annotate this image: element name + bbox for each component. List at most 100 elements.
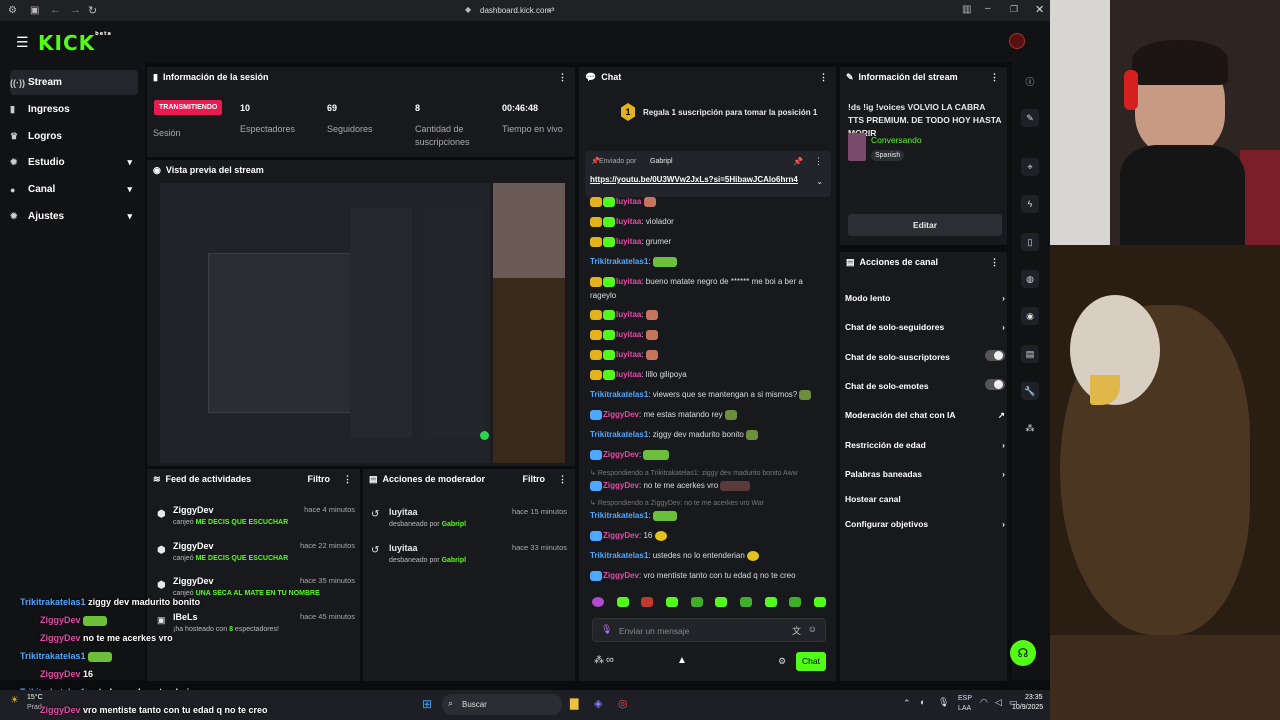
address-bar[interactable]: dashboard.kick.com [480,6,551,15]
more-icon[interactable]: ⋮ [990,257,999,268]
wrench-icon[interactable]: 🔧 [1021,382,1039,400]
followers-only-item[interactable]: Chat de solo-seguidores › [845,322,1005,332]
broadcast-icon[interactable]: ◉ [1021,307,1039,325]
panel-header: ▮ Información de la sesión ⋮ [147,67,575,87]
emote-icon[interactable] [641,597,654,607]
more-icon[interactable]: ⋮ [343,474,352,485]
language-indicator[interactable]: ESP [958,695,972,702]
age-restriction-item[interactable]: Restricción de edad › [845,440,1005,450]
gift-rank-badge[interactable]: 1 [621,103,635,121]
chat-bubble-icon[interactable]: ◍ [1021,270,1039,288]
emote-icon[interactable] [813,597,826,607]
settings-icon[interactable]: ⚙ [8,5,17,16]
document-icon[interactable]: ▯ [1021,233,1039,251]
tray-app-icon[interactable]: ◐ [920,697,925,707]
translate-icon[interactable]: 文 [792,624,801,637]
app-icon[interactable]: ◎ [618,697,628,710]
bolt-icon[interactable]: ϟ [1021,195,1039,213]
more-icon[interactable]: ⋮ [558,474,567,485]
more-icon[interactable]: ⋮ [558,72,567,83]
emote-icon[interactable] [789,597,802,607]
emote-icon[interactable] [764,597,777,607]
sidebar-item-logros[interactable]: ♛ Logros [10,124,138,149]
back-icon[interactable]: ← [50,4,61,16]
taskbar-search[interactable]: ⌕ Buscar [442,694,562,715]
gift-sub-banner[interactable]: Regala 1 suscripción para tomar la posic… [643,108,817,117]
info-icon[interactable]: ⓘ [1021,72,1039,90]
set-goals-item[interactable]: Configurar objetivos › [845,519,1005,529]
language-layout[interactable]: LAA [958,705,971,712]
chevron-down-icon[interactable]: ⌄ [816,177,823,186]
chat-input[interactable]: 🎙 Enviar un mensaje 文 ☺ [592,618,826,642]
more-icon[interactable]: ⋮ [819,72,828,83]
emote-icon[interactable] [739,597,752,607]
gear-icon: ✹ [10,211,18,221]
ai-moderation-item[interactable]: Moderación del chat con IA ↗ [845,410,1005,420]
send-chat-button[interactable]: Chat [796,652,826,671]
overlay-chat-line: Trikitrakatelas1 ziggy dev madurito boni… [20,597,201,607]
layout-icon[interactable]: ▤ [1021,345,1039,363]
category-link[interactable]: Conversando [871,135,922,145]
menu-icon[interactable]: ☰ [16,34,29,51]
browser-app-icon[interactable]: ◈ [594,697,602,710]
sidebar-item-ajustes[interactable]: ✹ Ajustes ▾ [10,204,138,229]
tray-up-icon[interactable]: ⌃ [903,698,911,709]
stream-preview-video[interactable] [160,183,565,463]
sidebar-toggle-icon[interactable]: ▥ [962,4,971,15]
sidebar-item-label: Ingresos [28,104,70,115]
emote-icon[interactable] [690,597,703,607]
banned-words-item[interactable]: Palabras baneadas › [845,469,1005,479]
clock-time[interactable]: 23:35 [1025,694,1043,701]
emote-icon[interactable] [592,597,604,607]
file-explorer-icon[interactable]: ▇ [570,697,578,710]
kick-logo[interactable]: KICKbeta [38,31,112,55]
windows-start-icon[interactable]: ⊞ [422,697,432,711]
emotes-only-toggle[interactable] [985,379,1005,390]
slow-mode-item[interactable]: Modo lento › [845,293,1005,303]
swap-icon[interactable]: ⇄ [548,5,555,14]
close-icon[interactable]: ✕ [1035,3,1044,16]
mic-icon[interactable]: 🎙 [601,624,612,635]
filter-button[interactable]: Filtro [308,474,331,484]
apps-icon[interactable]: ⁂ [1021,419,1039,437]
avatar[interactable] [1009,33,1025,49]
pinned-author[interactable]: Gabripl [650,158,673,165]
edit-button[interactable]: Editar [848,214,1002,236]
emoji-icon[interactable]: ☺ [808,624,817,634]
settings-icon[interactable]: ⁂ [594,655,604,666]
infinity-icon[interactable]: ∞ [606,654,614,666]
sidebar-item-ingresos[interactable]: ▮ Ingresos [10,97,138,122]
chat-message: luyitaa: [590,310,659,320]
maximize-icon[interactable]: ❐ [1010,4,1018,15]
filter-button[interactable]: Filtro [523,474,546,484]
sidebar-item-stream[interactable]: ((·)) Stream [10,70,138,95]
sidebar-item-canal[interactable]: ● Canal ▾ [10,177,138,202]
subscribers-only-toggle[interactable] [985,350,1005,361]
gear-icon[interactable]: ⚙ [778,656,786,667]
clock-date[interactable]: 10/9/2025 [1012,704,1043,711]
volume-icon[interactable]: ◁ [995,697,1002,708]
unpin-icon[interactable]: 📌 [793,157,803,166]
pinned-message[interactable]: 📌 Enviado por Gabripl 📌 ⋮ https://youtu.… [585,151,831,197]
wifi-icon[interactable]: ◠ [980,697,988,708]
more-icon[interactable]: ⋮ [814,156,823,167]
pencil-icon[interactable]: ✎ [1021,109,1039,127]
more-icon[interactable]: ⋮ [990,72,999,83]
minimize-icon[interactable]: – [985,3,991,14]
preview-sidepanel [425,208,485,438]
emote-icon[interactable] [616,597,629,607]
search-icon: ⌕ [448,698,454,708]
target-icon[interactable]: ⌖ [1021,158,1039,176]
emote-icon[interactable] [665,597,678,607]
pinned-link[interactable]: https://youtu.be/0U3WVw2JxLs?si=5HibawJC… [590,175,798,184]
tabs-icon[interactable]: ▣ [30,5,39,16]
host-channel-item[interactable]: Hostear canal [845,494,1005,504]
headset-icon [1124,70,1138,110]
reload-icon[interactable]: ↻ [88,4,97,17]
chat-message: luyitaa: [590,350,659,360]
emote-icon[interactable] [715,597,728,607]
support-button[interactable]: ☊ [1010,640,1036,666]
sidebar-item-estudio[interactable]: ✹ Estudio ▾ [10,150,138,175]
mic-icon[interactable]: 🎙 [938,697,949,708]
forward-icon[interactable]: → [70,4,81,16]
